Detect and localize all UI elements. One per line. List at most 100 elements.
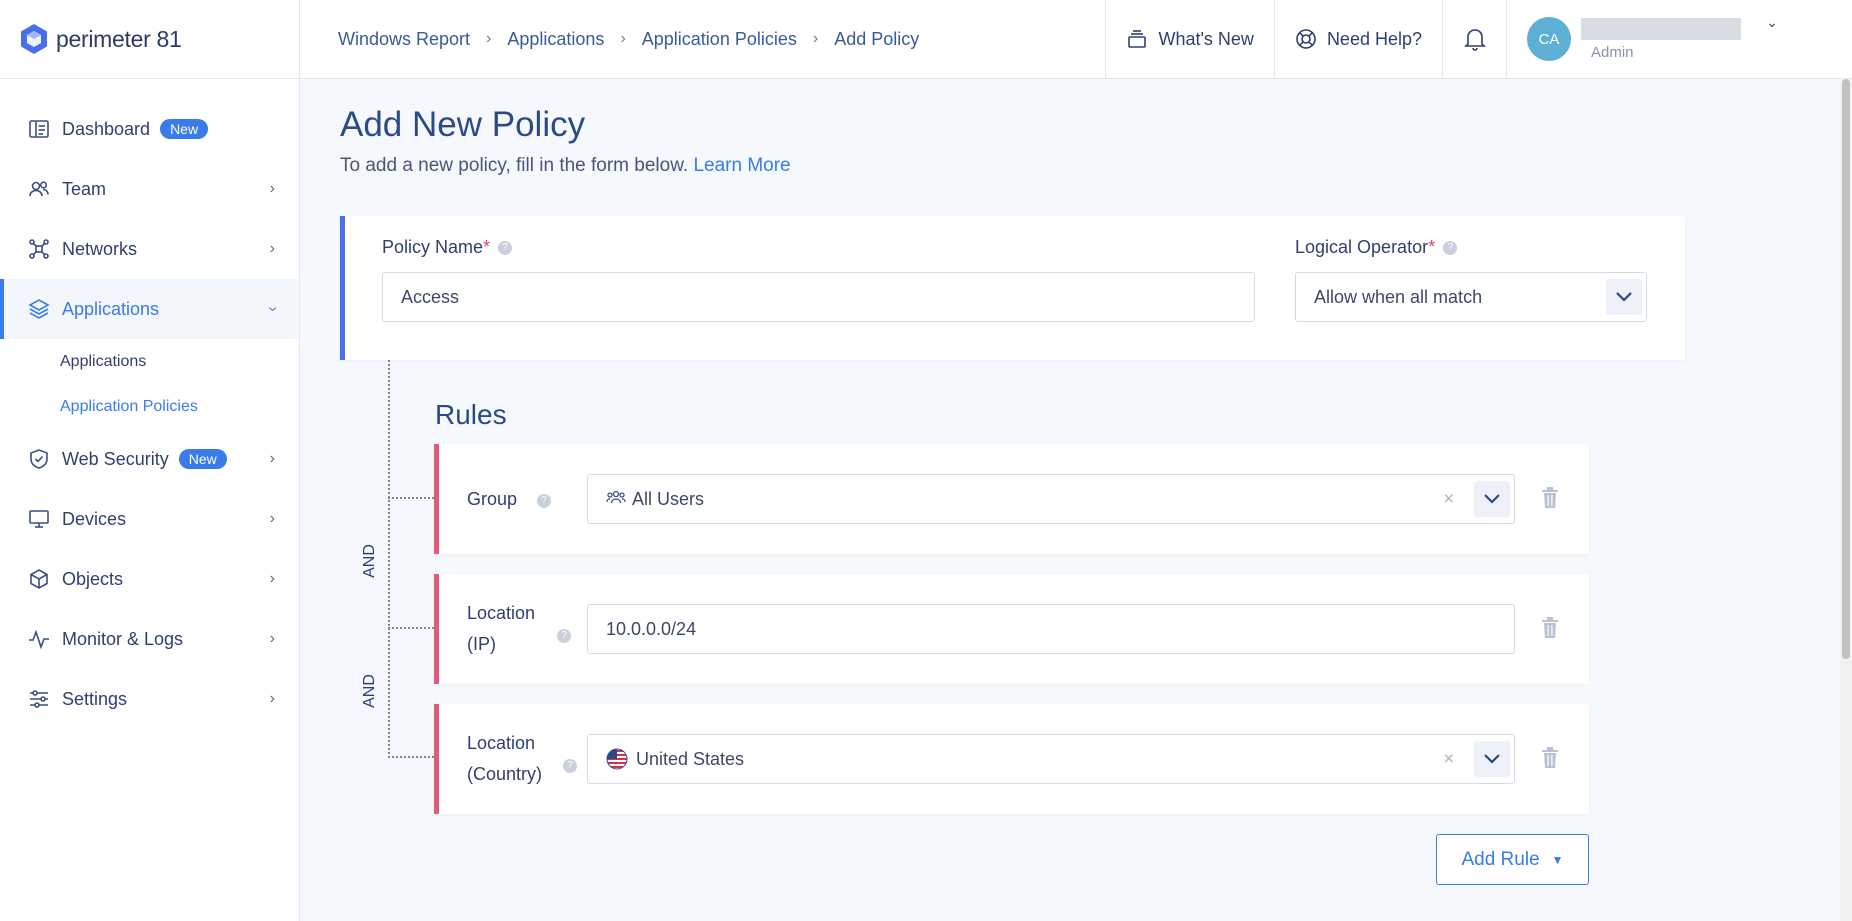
rule-connector-branch	[388, 756, 438, 758]
group-select[interactable]: All Users ×	[587, 474, 1515, 524]
breadcrumb-separator: ›	[486, 30, 492, 47]
bell-icon	[1463, 29, 1486, 51]
sidebar-item-networks[interactable]: Networks ›	[0, 219, 299, 279]
chevron-down-icon: ⌄	[1766, 13, 1778, 30]
rule-group: Group ? All Users ×	[434, 444, 1589, 554]
whats-new-button[interactable]: What's New	[1105, 0, 1273, 79]
logical-operator-select[interactable]: Allow when all match	[1295, 272, 1647, 322]
policy-name-label-text: Policy Name	[382, 237, 484, 257]
sidebar-item-dashboard[interactable]: Dashboard New	[0, 99, 299, 159]
sidebar-item-objects[interactable]: Objects ›	[0, 549, 299, 609]
learn-more-link[interactable]: Learn More	[693, 155, 790, 176]
logical-operator-label-text: Logical Operator	[1295, 237, 1429, 257]
chevron-right-icon: ›	[269, 450, 275, 467]
policy-name-value: Access	[401, 286, 460, 307]
breadcrumb-add-policy: Add Policy	[834, 28, 920, 49]
whats-new-label: What's New	[1158, 28, 1254, 49]
and-label: AND	[361, 674, 378, 708]
trash-icon[interactable]	[1539, 746, 1561, 770]
help-icon[interactable]: ?	[563, 759, 577, 773]
chevron-right-icon: ›	[269, 690, 275, 707]
user-menu[interactable]: CA Admin ⌄	[1506, 0, 1852, 79]
group-value: All Users	[632, 488, 705, 509]
breadcrumb-separator: ›	[620, 30, 626, 47]
rule-connector-branch	[388, 497, 438, 499]
team-icon	[28, 178, 50, 200]
chevron-down-icon	[1484, 494, 1500, 504]
sidebar-item-team[interactable]: Team ›	[0, 159, 299, 219]
rule-label: Location (IP)	[467, 603, 536, 654]
breadcrumb: Windows Report › Applications › Applicat…	[300, 29, 1105, 50]
chevron-right-icon: ›	[269, 180, 275, 197]
breadcrumb-applications[interactable]: Applications	[507, 29, 604, 50]
policy-name-label: Policy Name*?	[382, 237, 513, 258]
notifications-button[interactable]	[1442, 0, 1506, 79]
avatar: CA	[1527, 17, 1571, 61]
main-content: Add New Policy To add a new policy, fill…	[300, 79, 1840, 921]
chevron-right-icon: ›	[269, 570, 275, 587]
user-role: Admin	[1591, 43, 1634, 61]
add-rule-label: Add Rule	[1461, 848, 1540, 870]
trash-icon[interactable]	[1539, 486, 1561, 510]
rule-location-country: Location (Country) ? United States ×	[434, 704, 1589, 814]
logo[interactable]: perimeter 81	[0, 0, 299, 79]
breadcrumb-windows-report[interactable]: Windows Report	[338, 29, 470, 50]
dropdown-toggle[interactable]	[1470, 735, 1514, 783]
sliders-icon	[28, 688, 50, 710]
new-badge: New	[160, 119, 209, 139]
need-help-label: Need Help?	[1326, 28, 1422, 49]
help-icon[interactable]: ?	[557, 629, 571, 643]
ip-field[interactable]: 10.0.0.0/24	[587, 604, 1515, 654]
breadcrumb-application-policies[interactable]: Application Policies	[642, 29, 797, 50]
scrollbar[interactable]	[1840, 79, 1852, 921]
logical-operator-label: Logical Operator*?	[1295, 237, 1458, 258]
clear-icon[interactable]: ×	[1443, 489, 1454, 510]
help-icon[interactable]: ?	[1443, 241, 1458, 256]
sidebar-item-applications[interactable]: Applications ›	[0, 279, 299, 339]
rule-connector-line	[388, 360, 390, 758]
sidebar-item-label: Team	[62, 178, 107, 199]
chevron-down-icon: ›	[264, 306, 282, 312]
sidebar-item-devices[interactable]: Devices ›	[0, 489, 299, 549]
dropdown-toggle[interactable]	[1470, 475, 1514, 523]
new-badge: New	[178, 449, 227, 469]
sidebar-item-label: Devices	[62, 508, 127, 529]
trash-icon[interactable]	[1539, 616, 1561, 640]
caret-down-icon: ▼	[1551, 852, 1564, 867]
country-select[interactable]: United States ×	[587, 734, 1515, 784]
required-asterisk: *	[483, 237, 491, 257]
clear-icon[interactable]: ×	[1443, 749, 1454, 770]
activity-icon	[28, 628, 50, 650]
sidebar-item-web-security[interactable]: Web Security New ›	[0, 429, 299, 489]
and-label: AND	[361, 544, 378, 578]
dropdown-toggle[interactable]	[1602, 273, 1646, 321]
rule-connector-branch	[388, 627, 438, 629]
network-icon	[28, 238, 50, 260]
help-icon[interactable]: ?	[537, 494, 551, 508]
policy-name-field[interactable]: Access	[382, 272, 1255, 322]
sidebar-item-settings[interactable]: Settings ›	[0, 669, 299, 729]
need-help-button[interactable]: Need Help?	[1273, 0, 1442, 79]
shield-icon	[28, 448, 50, 470]
sidebar-item-monitor-logs[interactable]: Monitor & Logs ›	[0, 609, 299, 669]
country-value: United States	[636, 748, 745, 769]
lifebuoy-icon	[1296, 29, 1316, 49]
chevron-down-icon	[1616, 292, 1632, 302]
sidebar-subitem-application-policies[interactable]: Application Policies	[0, 384, 299, 429]
perimeter81-logo-icon	[21, 24, 47, 54]
sidebar-item-label: Dashboard	[62, 118, 151, 139]
add-rule-button[interactable]: Add Rule ▼	[1436, 834, 1589, 885]
sidebar-item-label: Applications	[62, 298, 160, 319]
chevron-down-icon	[1484, 754, 1500, 764]
sidebar-item-label: Objects	[62, 568, 124, 589]
chevron-right-icon: ›	[269, 630, 275, 647]
help-icon[interactable]: ?	[498, 241, 513, 256]
subtitle-text: To add a new policy, fill in the form be…	[340, 155, 689, 176]
sidebar-item-label: Settings	[62, 688, 128, 709]
scrollbar-thumb[interactable]	[1842, 79, 1850, 659]
chevron-right-icon: ›	[269, 240, 275, 257]
us-flag-icon	[606, 748, 628, 770]
sidebar-subitem-applications[interactable]: Applications	[0, 339, 299, 384]
user-name-redacted	[1581, 17, 1741, 40]
users-icon	[606, 489, 632, 510]
